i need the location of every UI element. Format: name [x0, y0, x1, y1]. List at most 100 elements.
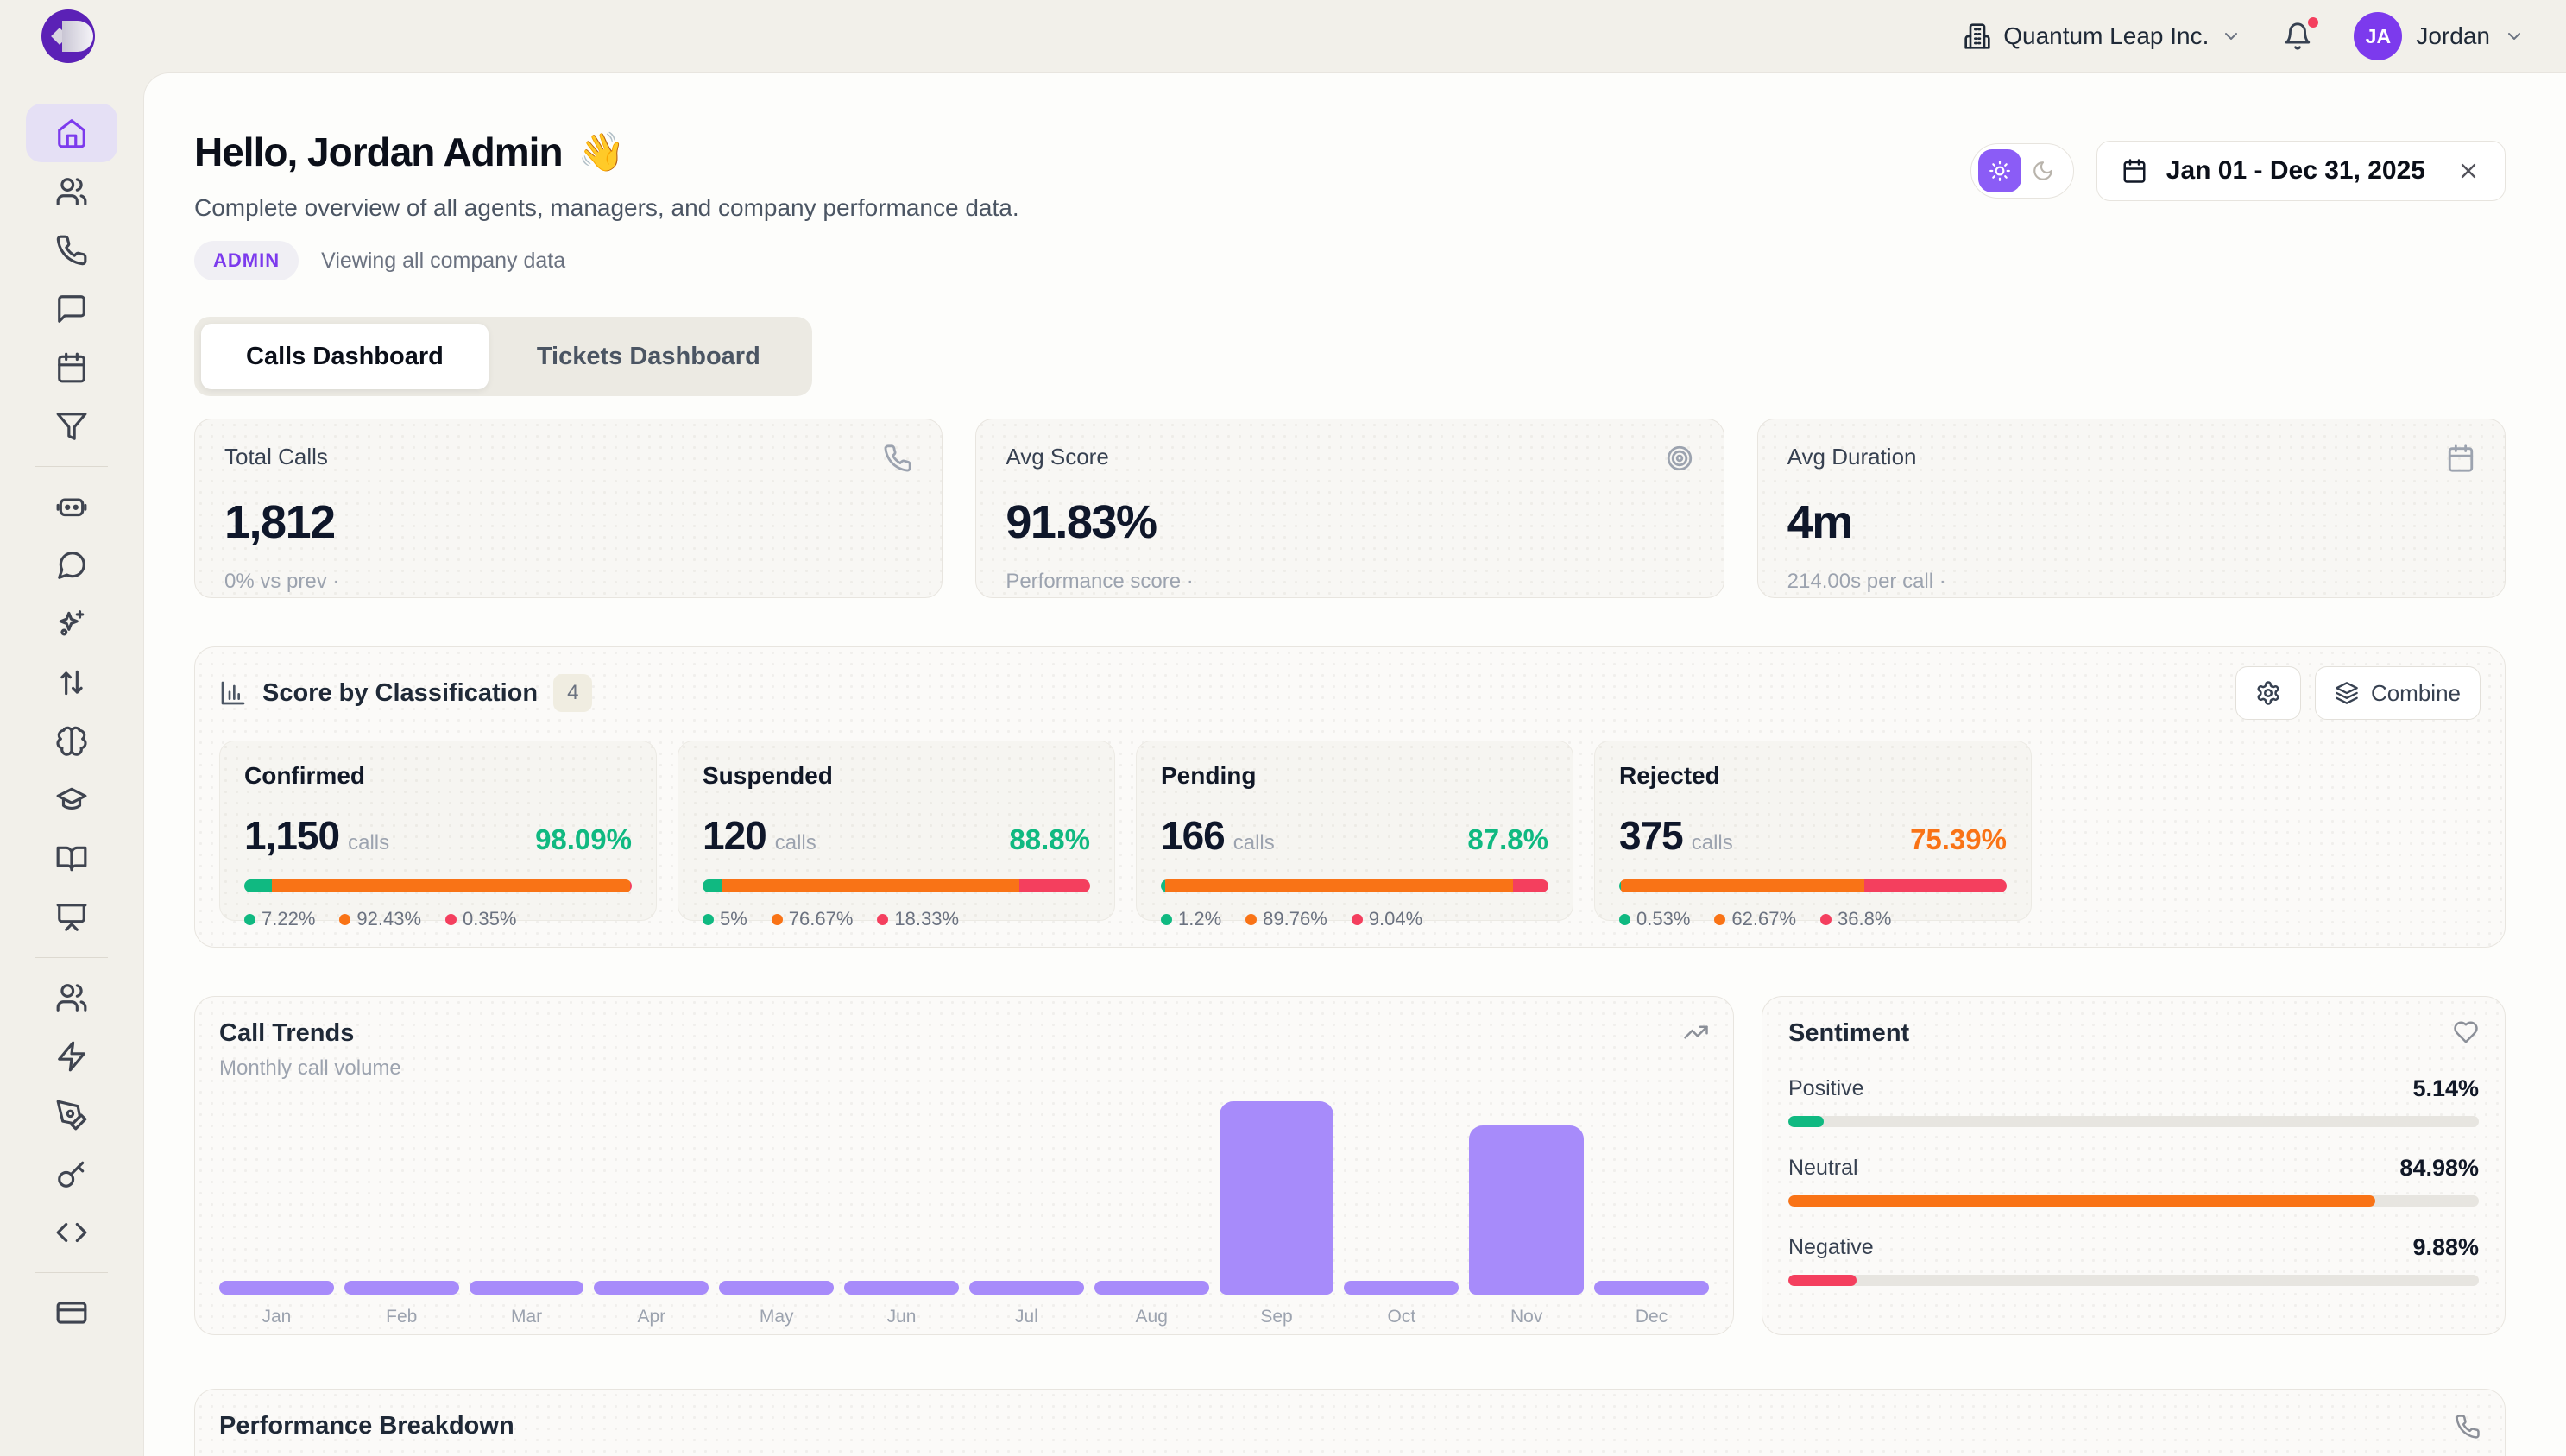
- sentiment-row-neutral: Neutral84.98%: [1788, 1155, 2479, 1207]
- chart-bar-jul[interactable]: [969, 1281, 1084, 1295]
- phone-icon: [2455, 1414, 2481, 1440]
- sidebar-item-library[interactable]: [26, 829, 117, 888]
- message-square-icon: [55, 293, 88, 325]
- month-label: Jan: [219, 1307, 334, 1327]
- chart-bar-apr[interactable]: [594, 1281, 709, 1295]
- sidebar-item-knowledge[interactable]: [26, 712, 117, 771]
- chart-bar-nov[interactable]: [1469, 1125, 1584, 1295]
- month-label: Jul: [969, 1307, 1084, 1327]
- bot-icon: [55, 490, 88, 523]
- page-header: Hello, Jordan Admin 👋 Complete overview …: [194, 129, 1019, 280]
- chevron-down-icon: [2221, 26, 2241, 47]
- message-circle-icon: [55, 549, 88, 582]
- company-selector[interactable]: Quantum Leap Inc.: [1964, 22, 2241, 50]
- chart-bar-jun[interactable]: [844, 1281, 959, 1295]
- phone-icon: [2455, 1414, 2481, 1440]
- sidebar-item-filters[interactable]: [26, 397, 117, 456]
- sentiment-label: Positive: [1788, 1076, 1864, 1101]
- classification-calls: 375: [1619, 813, 1683, 858]
- sentiment-track: [1788, 1275, 2479, 1286]
- chart-bar-mar[interactable]: [470, 1281, 584, 1295]
- chart-bar-sep[interactable]: [1220, 1101, 1334, 1295]
- sidebar-item-team[interactable]: [26, 968, 117, 1027]
- sidebar-item-bots[interactable]: [26, 477, 117, 536]
- chart-bar-feb[interactable]: [344, 1281, 459, 1295]
- settings-button[interactable]: [2235, 666, 2301, 720]
- stat-card-avg-score: Avg Score91.83%Performance score ·: [975, 419, 1724, 598]
- tab-tickets-dashboard[interactable]: Tickets Dashboard: [492, 324, 805, 389]
- sidebar-item-agents[interactable]: [26, 162, 117, 221]
- bar-chart-icon: [219, 679, 247, 707]
- month-label: Jun: [844, 1307, 959, 1327]
- pen-tool-icon: [55, 1099, 88, 1131]
- notifications-button[interactable]: [2283, 22, 2312, 51]
- app-logo[interactable]: [41, 9, 95, 63]
- call-trends-subtitle: Monthly call volume: [219, 1056, 401, 1081]
- calendar-icon: [2122, 158, 2147, 184]
- sidebar-item-chat[interactable]: [26, 536, 117, 595]
- legend-item: 9.04%: [1352, 908, 1422, 930]
- sidebar-item-home[interactable]: [26, 104, 117, 162]
- book-open-icon: [55, 842, 88, 875]
- stat-value: 91.83%: [1006, 495, 1693, 549]
- light-theme-option[interactable]: [1978, 149, 2021, 192]
- sidebar-item-messages[interactable]: [26, 280, 117, 338]
- sidebar: [0, 72, 143, 1456]
- sentiment-value: 9.88%: [2412, 1234, 2479, 1261]
- trending-up-icon: [1683, 1019, 1709, 1045]
- sidebar-item-training[interactable]: [26, 771, 117, 829]
- sidebar-item-presentations[interactable]: [26, 888, 117, 947]
- classification-name: Suspended: [703, 762, 1090, 790]
- sidebar-item-ai-tools[interactable]: [26, 595, 117, 653]
- heart-icon: [2453, 1019, 2479, 1045]
- legend-item: 89.76%: [1245, 908, 1327, 930]
- chart-bar-aug[interactable]: [1094, 1281, 1209, 1295]
- stat-subtext: 214.00s per call ·: [1787, 570, 2475, 594]
- stat-subtext: Performance score ·: [1006, 570, 1693, 594]
- classification-card-rejected: Rejected375calls75.39%0.53%62.67%36.8%: [1594, 741, 2032, 921]
- call-trends-chart: [219, 1094, 1709, 1295]
- sidebar-item-calls[interactable]: [26, 221, 117, 280]
- trending-up-icon: [1683, 1019, 1709, 1045]
- classification-bar: [244, 879, 632, 892]
- call-trends-card: Call Trends Monthly call volume JanFebMa…: [194, 996, 1734, 1335]
- clear-date-icon[interactable]: [2456, 159, 2481, 183]
- sentiment-value: 5.14%: [2412, 1075, 2479, 1102]
- sparkles-icon: [55, 608, 88, 640]
- home-icon: [55, 117, 88, 149]
- month-label: Dec: [1594, 1307, 1709, 1327]
- chart-bar-jan[interactable]: [219, 1281, 334, 1295]
- sidebar-item-billing[interactable]: [26, 1283, 117, 1342]
- sidebar-item-calendar[interactable]: [26, 338, 117, 397]
- sentiment-card: Sentiment Positive5.14%Neutral84.98%Nega…: [1762, 996, 2506, 1335]
- sidebar-item-automations[interactable]: [26, 1027, 117, 1086]
- bar-chart-icon: [219, 679, 247, 707]
- chart-bar-oct[interactable]: [1344, 1281, 1459, 1295]
- calendar-icon: [55, 351, 88, 384]
- combine-button[interactable]: Combine: [2315, 666, 2481, 720]
- theme-toggle[interactable]: [1970, 143, 2074, 199]
- month-label: Sep: [1220, 1307, 1334, 1327]
- chart-bar-may[interactable]: [719, 1281, 834, 1295]
- sidebar-item-access[interactable]: [26, 1144, 117, 1203]
- legend-item: 36.8%: [1820, 908, 1891, 930]
- legend-item: 76.67%: [772, 908, 854, 930]
- stats-grid: Total Calls1,8120% vs prev ·Avg Score91.…: [194, 419, 2506, 598]
- month-label: Nov: [1469, 1307, 1584, 1327]
- notification-dot: [2305, 15, 2321, 30]
- chart-bar-dec[interactable]: [1594, 1281, 1709, 1295]
- sentiment-track: [1788, 1116, 2479, 1127]
- legend-item: 0.35%: [445, 908, 516, 930]
- tab-calls-dashboard[interactable]: Calls Dashboard: [201, 324, 489, 389]
- user-menu[interactable]: JA Jordan: [2354, 12, 2525, 60]
- legend-item: 1.2%: [1161, 908, 1221, 930]
- performance-title: Performance Breakdown: [219, 1412, 514, 1440]
- sidebar-item-developer[interactable]: [26, 1203, 117, 1262]
- sidebar-item-design[interactable]: [26, 1086, 117, 1144]
- moon-icon[interactable]: [2032, 160, 2054, 182]
- sidebar-item-transfers[interactable]: [26, 653, 117, 712]
- classification-section: Score by Classification 4 Combine Confir…: [194, 646, 2506, 948]
- stat-subtext: 0% vs prev ·: [224, 570, 912, 594]
- date-range-picker[interactable]: Jan 01 - Dec 31, 2025: [2096, 141, 2506, 201]
- zap-icon: [55, 1040, 88, 1073]
